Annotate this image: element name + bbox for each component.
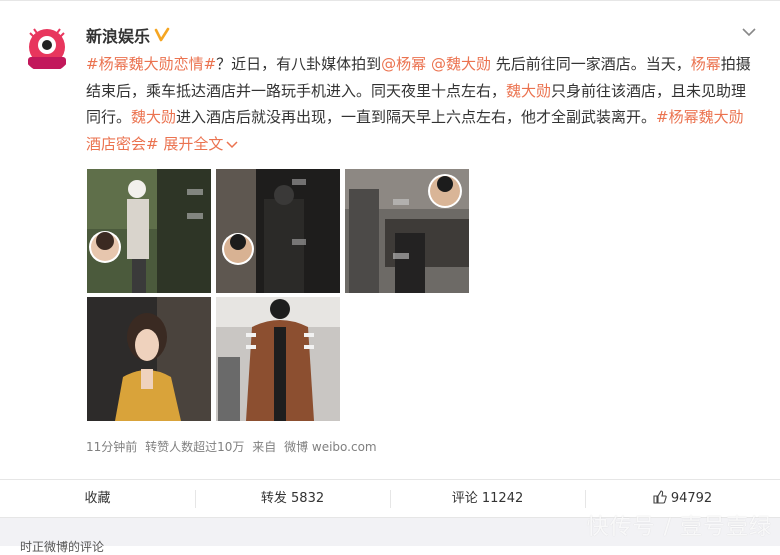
- weibo-post-card: 新浪娱乐 #杨幂魏大勋恋情#？近日，有八卦媒体拍到@杨幂 @魏大勋 先后前往同一…: [0, 0, 780, 554]
- favorite-label: 收藏: [84, 491, 111, 506]
- thumbs-up-icon: [653, 490, 667, 504]
- post-meta: 11分钟前 转赞人数超过10万 来自 微博 weibo.com: [86, 438, 381, 455]
- chevron-down-icon[interactable]: [742, 27, 756, 37]
- source-prefix: 来自: [252, 440, 277, 454]
- post-time[interactable]: 11分钟前: [86, 440, 137, 454]
- account-name-row: 新浪娱乐: [86, 23, 170, 47]
- comment-section-title: 时正微博的评论: [20, 540, 105, 554]
- post-link[interactable]: #杨幂魏大勋恋情#: [86, 55, 216, 73]
- comment-label: 评论: [451, 491, 478, 506]
- source-link[interactable]: 微博 weibo.com: [284, 440, 377, 454]
- post-text-segment: 进入酒店后就没再出现，一直到隔天早上六点左右，他才全副武装离开。: [176, 108, 657, 126]
- comment-count: 11242: [481, 491, 524, 506]
- post-image-5[interactable]: [216, 297, 340, 421]
- expand-full-text-link[interactable]: 展开全文: [163, 135, 238, 153]
- verified-icon: [154, 27, 170, 42]
- repost-like-note: 转赞人数超过10万: [145, 440, 245, 454]
- comment-button[interactable]: 评论 11242: [390, 480, 585, 518]
- watermark: 快传号 / 壹号壹绿: [586, 515, 772, 540]
- post-image-3[interactable]: [345, 169, 469, 293]
- post-link[interactable]: 杨幂: [691, 55, 721, 73]
- post-text-segment: ？近日，有八卦媒体拍到: [216, 55, 382, 73]
- post-text: #杨幂魏大勋恋情#？近日，有八卦媒体拍到@杨幂 @魏大勋 先后前往同一家酒店。当…: [86, 51, 758, 157]
- post-image-4[interactable]: [87, 297, 211, 421]
- post-text-segment: 先后前往同一家酒店。当天，: [490, 55, 691, 73]
- post-image-2[interactable]: [216, 169, 340, 293]
- account-name[interactable]: 新浪娱乐: [86, 23, 150, 47]
- post-image-1[interactable]: [87, 169, 211, 293]
- post-link[interactable]: 魏大勋: [131, 108, 176, 126]
- repost-button[interactable]: 转发 5832: [195, 480, 390, 518]
- like-count: 94792: [670, 491, 713, 506]
- post-link[interactable]: @杨幂: [381, 55, 426, 73]
- chevron-down-icon: [226, 140, 238, 148]
- favorite-button[interactable]: 收藏: [0, 480, 195, 518]
- repost-count: 5832: [291, 491, 325, 506]
- repost-label: 转发: [260, 491, 287, 506]
- avatar[interactable]: [22, 23, 72, 73]
- post-link[interactable]: @魏大勋: [431, 55, 491, 73]
- post-link[interactable]: 魏大勋: [506, 82, 551, 100]
